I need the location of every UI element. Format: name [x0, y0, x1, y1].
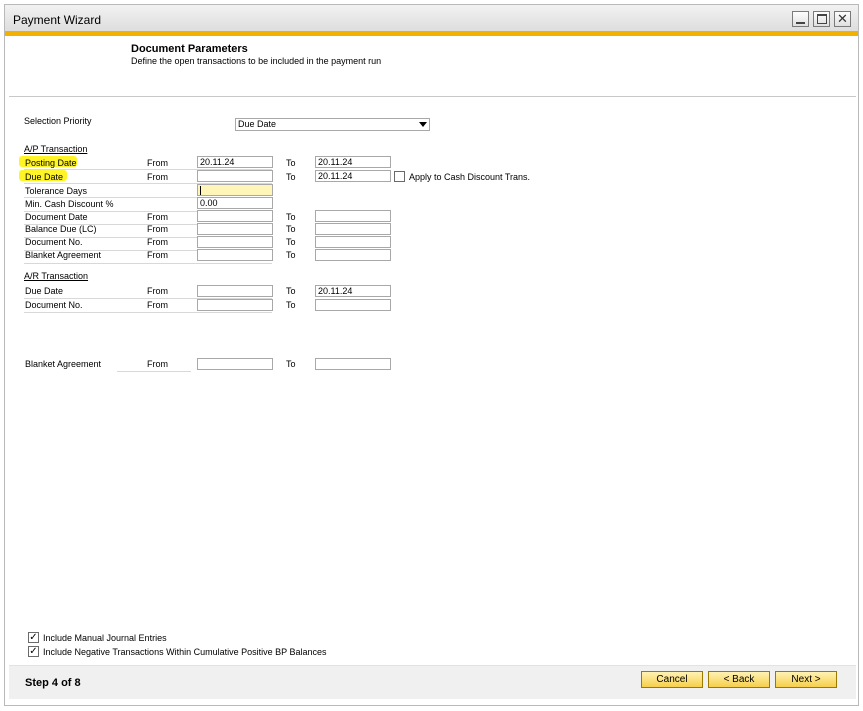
- ap-document-no-to-label: To: [286, 237, 296, 247]
- apply-cash-discount-checkbox[interactable]: [394, 171, 405, 182]
- ap-blanket-agreement-from-field[interactable]: [197, 249, 273, 261]
- document-date-from-label: From: [147, 212, 168, 222]
- ap-due-date-label: Due Date: [25, 172, 64, 182]
- ar-due-date-from-label: From: [147, 286, 168, 296]
- window-title: Payment Wizard: [13, 13, 102, 27]
- wizard-footer: Step 4 of 8 Cancel < Back Next >: [9, 665, 856, 699]
- chevron-down-icon: [419, 122, 427, 127]
- ar-due-date-from-field[interactable]: [197, 285, 273, 297]
- ap-document-no-label: Document No.: [25, 237, 83, 247]
- step-indicator: Step 4 of 8: [25, 677, 81, 689]
- posting-date-from-label: From: [147, 158, 168, 168]
- posting-date-from-field[interactable]: 20.11.24: [197, 156, 273, 168]
- minimize-button[interactable]: [792, 11, 809, 27]
- document-date-from-field[interactable]: [197, 210, 273, 222]
- posting-date-label: Posting Date: [25, 158, 77, 168]
- text-cursor: [200, 186, 201, 195]
- manual-journal-checkbox[interactable]: ✓: [28, 632, 39, 643]
- selection-priority-dropdown[interactable]: Due Date: [235, 118, 430, 131]
- ar-section-title: A/R Transaction: [24, 271, 89, 281]
- ap-blanket-agreement-to-label: To: [286, 250, 296, 260]
- negative-trans-label: Include Negative Transactions Within Cum…: [43, 647, 327, 657]
- cancel-button[interactable]: Cancel: [641, 671, 703, 688]
- blanket-agreement-to-label: To: [286, 359, 296, 369]
- ar-document-no-to-field[interactable]: [315, 299, 391, 311]
- checkmark-icon: ✓: [29, 632, 38, 643]
- ap-due-date-from-label: From: [147, 172, 168, 182]
- title-bar[interactable]: Payment Wizard ✕: [5, 5, 858, 33]
- selection-priority-value: Due Date: [238, 119, 277, 129]
- accent-bar: [5, 31, 858, 36]
- ar-document-no-from-label: From: [147, 300, 168, 310]
- row-divider: [117, 371, 191, 372]
- balance-due-to-label: To: [286, 224, 296, 234]
- payment-wizard-window: Payment Wizard ✕ Document Parameters Def…: [4, 4, 859, 706]
- apply-cash-discount-label: Apply to Cash Discount Trans.: [409, 172, 531, 182]
- blanket-agreement-to-field[interactable]: [315, 358, 391, 370]
- posting-date-to-label: To: [286, 158, 296, 168]
- posting-date-to-field[interactable]: 20.11.24: [315, 156, 391, 168]
- blanket-agreement-from-label: From: [147, 359, 168, 369]
- ap-blanket-agreement-label: Blanket Agreement: [25, 250, 102, 260]
- document-date-to-field[interactable]: [315, 210, 391, 222]
- tolerance-days-label: Tolerance Days: [25, 186, 88, 196]
- close-button[interactable]: ✕: [834, 11, 851, 27]
- ap-document-no-from-field[interactable]: [197, 236, 273, 248]
- selection-priority-label: Selection Priority: [24, 116, 92, 126]
- min-cash-discount-field[interactable]: 0.00: [197, 197, 273, 209]
- balance-due-to-field[interactable]: [315, 223, 391, 235]
- min-cash-discount-label: Min. Cash Discount %: [25, 199, 114, 209]
- ar-due-date-to-field[interactable]: 20.11.24: [315, 285, 391, 297]
- ar-due-date-label: Due Date: [25, 286, 64, 296]
- back-button[interactable]: < Back: [708, 671, 770, 688]
- step-title: Document Parameters: [131, 43, 248, 55]
- ar-due-date-to-label: To: [286, 286, 296, 296]
- tolerance-days-field[interactable]: [197, 184, 273, 196]
- ap-section-title: A/P Transaction: [24, 144, 88, 154]
- ar-document-no-to-label: To: [286, 300, 296, 310]
- ar-document-no-label: Document No.: [25, 300, 83, 310]
- blanket-agreement-from-field[interactable]: [197, 358, 273, 370]
- maximize-button[interactable]: [813, 11, 830, 27]
- ap-document-no-from-label: From: [147, 237, 168, 247]
- row-divider: [24, 197, 198, 198]
- ap-blanket-agreement-to-field[interactable]: [315, 249, 391, 261]
- document-date-to-label: To: [286, 212, 296, 222]
- header-separator: [9, 96, 856, 97]
- ap-due-date-to-field[interactable]: 20.11.24: [315, 170, 391, 182]
- ar-document-no-from-field[interactable]: [197, 299, 273, 311]
- close-icon: ✕: [837, 11, 848, 26]
- blanket-agreement-label: Blanket Agreement: [25, 359, 102, 369]
- balance-due-label: Balance Due (LC): [25, 224, 97, 234]
- row-divider: [24, 312, 272, 313]
- ap-due-date-to-label: To: [286, 172, 296, 182]
- maximize-icon: [817, 14, 827, 24]
- balance-due-from-field[interactable]: [197, 223, 273, 235]
- step-description: Define the open transactions to be inclu…: [131, 56, 382, 66]
- ap-document-no-to-field[interactable]: [315, 236, 391, 248]
- minimize-icon: [796, 22, 805, 24]
- checkmark-icon: ✓: [29, 646, 38, 657]
- ap-blanket-agreement-from-label: From: [147, 250, 168, 260]
- manual-journal-label: Include Manual Journal Entries: [43, 633, 167, 643]
- document-date-label: Document Date: [25, 212, 88, 222]
- ap-due-date-from-field[interactable]: [197, 170, 273, 182]
- negative-trans-checkbox[interactable]: ✓: [28, 646, 39, 657]
- row-divider: [24, 263, 272, 264]
- step-header: Document Parameters Define the open tran…: [131, 43, 381, 66]
- next-button[interactable]: Next >: [775, 671, 837, 688]
- balance-due-from-label: From: [147, 224, 168, 234]
